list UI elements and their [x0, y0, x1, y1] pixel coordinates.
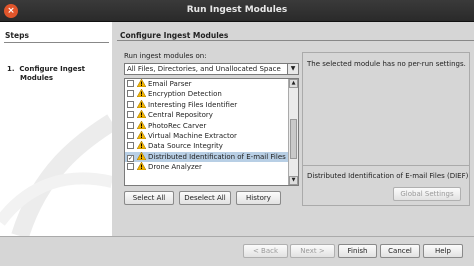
module-row[interactable]: Interesting Files Identifier	[125, 99, 298, 110]
module-row[interactable]: Email Parser	[125, 79, 298, 89]
title-bar: × Run Ingest Modules	[0, 0, 474, 22]
module-settings-panel: The selected module has no per-run setti…	[302, 52, 470, 206]
global-settings-button[interactable]: Global Settings	[393, 187, 461, 201]
scroll-thumb[interactable]	[290, 119, 297, 159]
panel-title: Configure Ingest Modules	[120, 31, 229, 40]
run-on-value: All Files, Directories, and Unallocated …	[127, 65, 281, 73]
warning-icon	[137, 130, 146, 139]
module-label: Encryption Detection	[148, 90, 222, 99]
warning-icon	[137, 120, 146, 129]
steps-title: Steps	[5, 31, 29, 40]
step-label: Configure Ingest	[19, 65, 86, 73]
watermark-graphic	[0, 114, 112, 236]
chevron-down-icon[interactable]: ▼	[287, 64, 298, 74]
list-scrollbar[interactable]: ▲ ▼	[288, 79, 298, 185]
scroll-down-icon[interactable]: ▼	[289, 176, 298, 185]
module-label: Central Repository	[148, 111, 213, 120]
module-checkbox[interactable]	[127, 90, 134, 98]
module-label: Data Source Integrity	[148, 142, 223, 151]
back-button[interactable]: < Back	[243, 244, 288, 258]
finish-button[interactable]: Finish	[338, 244, 377, 258]
run-on-label: Run ingest modules on:	[124, 52, 207, 60]
settings-divider	[303, 165, 469, 166]
module-label: Email Parser	[148, 80, 192, 88]
module-checkbox[interactable]	[127, 80, 134, 87]
next-button[interactable]: Next >	[290, 244, 335, 258]
module-row[interactable]: PhotoRec Carver	[125, 120, 298, 131]
panel-divider	[117, 40, 474, 41]
footer-divider	[0, 236, 474, 237]
warning-icon	[137, 141, 146, 150]
step-item-configure: 1. Configure Ingest Modules	[7, 65, 85, 83]
module-label: PhotoRec Carver	[148, 121, 207, 130]
module-checkbox[interactable]	[127, 131, 134, 139]
warning-icon	[137, 79, 146, 87]
scroll-up-icon[interactable]: ▲	[289, 79, 298, 88]
module-row[interactable]: Encryption Detection	[125, 89, 298, 99]
module-label: Drone Analyzer	[148, 163, 202, 172]
module-row[interactable]: Central Repository	[125, 110, 298, 120]
step-line-1: 1. Configure Ingest	[7, 65, 85, 74]
help-button[interactable]: Help	[423, 244, 463, 258]
module-list[interactable]: Email Parser Encryption Detection Interest…	[124, 78, 299, 186]
deselect-all-button[interactable]: Deselect All	[179, 191, 231, 205]
module-checkbox[interactable]	[127, 163, 134, 171]
module-label: Distributed Identification of E-mail Fil…	[148, 152, 295, 161]
step-number: 1.	[7, 65, 15, 73]
history-button[interactable]: History	[236, 191, 281, 205]
select-all-button[interactable]: Select All	[124, 191, 174, 205]
warning-icon	[137, 162, 146, 171]
module-row[interactable]: ✓ Distributed Identification of E-mail Fi…	[125, 151, 298, 163]
run-on-select[interactable]: All Files, Directories, and Unallocated …	[124, 63, 299, 75]
module-checkbox[interactable]: ✓	[127, 154, 134, 162]
module-checkbox[interactable]	[127, 111, 134, 119]
steps-divider	[4, 42, 109, 43]
cancel-button[interactable]: Cancel	[380, 244, 420, 258]
warning-icon	[137, 151, 146, 160]
module-row[interactable]: Data Source Integrity	[125, 141, 298, 151]
warning-icon	[137, 89, 146, 98]
window-title: Run Ingest Modules	[186, 5, 288, 15]
module-rows: Email Parser Encryption Detection Interest…	[125, 79, 298, 173]
warning-icon	[137, 99, 146, 108]
module-checkbox[interactable]	[127, 121, 134, 129]
module-row[interactable]: Drone Analyzer	[125, 162, 298, 172]
module-label: Virtual Machine Extractor	[148, 131, 237, 140]
step-label-cont: Modules	[20, 74, 54, 82]
settings-message: The selected module has no per-run setti…	[307, 60, 466, 68]
steps-panel: Steps 1. Configure Ingest Modules	[0, 22, 112, 236]
selected-module-name: Distributed Identification of E-mail Fil…	[307, 172, 469, 180]
module-row[interactable]: Virtual Machine Extractor	[125, 130, 298, 141]
module-checkbox[interactable]	[127, 142, 134, 150]
module-checkbox[interactable]	[127, 100, 134, 108]
warning-icon	[137, 110, 146, 119]
module-label: Interesting Files Identifier	[148, 100, 238, 109]
